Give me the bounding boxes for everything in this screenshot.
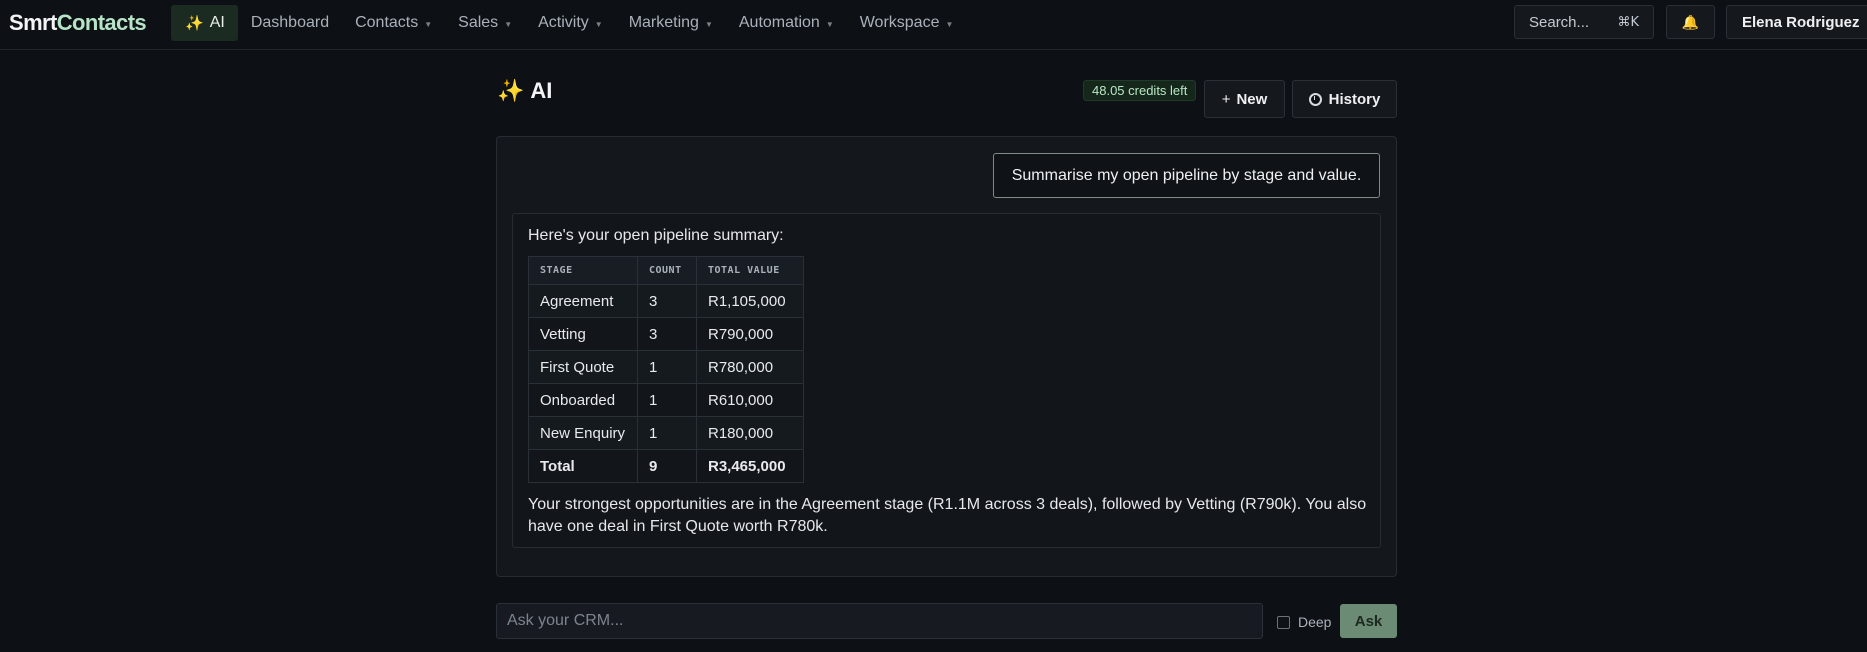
nav-item-ai[interactable]: ✨ AI [171,5,238,41]
table-row: Agreement 3 R1,105,000 [528,284,804,318]
table-cell-total-count: 9 [637,449,697,483]
table-cell-count: 3 [637,317,697,351]
nav-item-dashboard[interactable]: Dashboard [238,5,342,41]
page-title-text: AI [530,78,553,103]
nav-item-label: Sales [458,14,499,31]
nav-item-label: Contacts [355,14,419,31]
chevron-down-icon: ▼ [504,19,513,29]
table-total-row: Total 9 R3,465,000 [528,449,804,483]
user-menu-button[interactable]: Elena Rodriguez ▼ [1726,5,1867,39]
table-cell-value: R1,105,000 [696,284,804,318]
nav-item-label: Workspace [859,14,940,31]
ask-input[interactable] [496,603,1263,639]
plus-icon: + [1221,90,1231,108]
sparkles-icon: ✨ [497,78,525,103]
nav-item-label: Marketing [628,14,699,31]
ai-summary-text: Your strongest opportunities are in the … [528,496,1367,535]
nav-item-sales[interactable]: Sales ▼ [445,5,525,41]
table-cell-count: 1 [637,416,697,450]
column-header-total-value: TOTAL VALUE [696,256,804,285]
column-header-stage: STAGE [528,256,638,285]
table-cell-total-label: Total [528,449,638,483]
credits-badge: 48.05 credits left [1083,80,1197,101]
deep-label: Deep [1298,614,1332,630]
notifications-button[interactable]: 🔔 [1666,5,1715,39]
nav-item-label: Dashboard [250,14,330,31]
table-cell-count: 3 [637,284,697,318]
table-row: Vetting 3 R790,000 [528,317,804,351]
table-cell-total-value: R3,465,000 [696,449,804,483]
nav-item-marketing[interactable]: Marketing ▼ [616,5,726,41]
chevron-down-icon: ▼ [424,19,433,29]
table-row: Onboarded 1 R610,000 [528,383,804,417]
nav-item-label: AI [209,14,225,31]
chevron-down-icon: ▼ [945,19,954,29]
nav-item-automation[interactable]: Automation ▼ [726,5,847,41]
history-button[interactable]: History [1292,80,1397,118]
table-cell-stage: Agreement [528,284,638,318]
table-cell-stage: New Enquiry [528,416,638,450]
ai-response: Here's your open pipeline summary: STAGE… [512,213,1381,548]
table-cell-count: 1 [637,350,697,384]
table-cell-value: R780,000 [696,350,804,384]
nav-item-label: Automation [738,14,820,31]
table-header-row: STAGE COUNT TOTAL VALUE [528,256,804,285]
chevron-down-icon: ▼ [594,19,603,29]
new-chat-label: New [1236,90,1268,108]
table-cell-stage: Vetting [528,317,638,351]
ai-intro-text: Here's your open pipeline summary: [528,227,784,244]
ask-button[interactable]: Ask [1340,604,1397,638]
chevron-down-icon: ▼ [825,19,834,29]
brand-logo[interactable]: SmrtContacts [9,10,147,36]
top-navigation: SmrtContacts ✨ AI Dashboard Contacts ▼ S… [0,0,1867,50]
user-message-bubble: Summarise my open pipeline by stage and … [993,153,1380,198]
table-cell-stage: Onboarded [528,383,638,417]
nav-item-workspace[interactable]: Workspace ▼ [847,5,967,41]
column-header-count: COUNT [637,256,697,285]
new-chat-button[interactable]: + New [1204,80,1285,118]
search-shortcut: ⌘K [1617,14,1639,30]
chat-panel: Summarise my open pipeline by stage and … [496,136,1397,577]
bell-icon: 🔔 [1681,13,1700,30]
pipeline-table: STAGE COUNT TOTAL VALUE Agreement 3 R1,1… [528,256,804,483]
sparkles-icon: ✨ [185,15,204,32]
nav-menu: ✨ AI Dashboard Contacts ▼ Sales ▼ Activi… [171,5,966,41]
table-cell-count: 1 [637,383,697,417]
table-row: New Enquiry 1 R180,000 [528,416,804,450]
table-cell-value: R610,000 [696,383,804,417]
user-name: Elena Rodriguez [1742,13,1860,31]
page-title: ✨ AI [497,78,552,104]
nav-item-activity[interactable]: Activity ▼ [525,5,616,41]
table-cell-value: R790,000 [696,317,804,351]
brand-name-part2: Contacts [56,10,147,35]
search-button[interactable]: Search... ⌘K [1514,5,1654,39]
nav-item-label: Activity [538,14,589,31]
deep-checkbox[interactable] [1277,615,1290,629]
deep-toggle[interactable]: Deep [1277,614,1331,630]
search-label: Search... [1529,13,1590,31]
brand-name-part1: Smrt [9,10,57,35]
clock-icon [1308,92,1322,106]
chevron-down-icon: ▼ [704,19,713,29]
nav-item-contacts[interactable]: Contacts ▼ [342,5,445,41]
table-cell-value: R180,000 [696,416,804,450]
table-cell-stage: First Quote [528,350,638,384]
history-label: History [1328,90,1381,108]
table-row: First Quote 1 R780,000 [528,350,804,384]
